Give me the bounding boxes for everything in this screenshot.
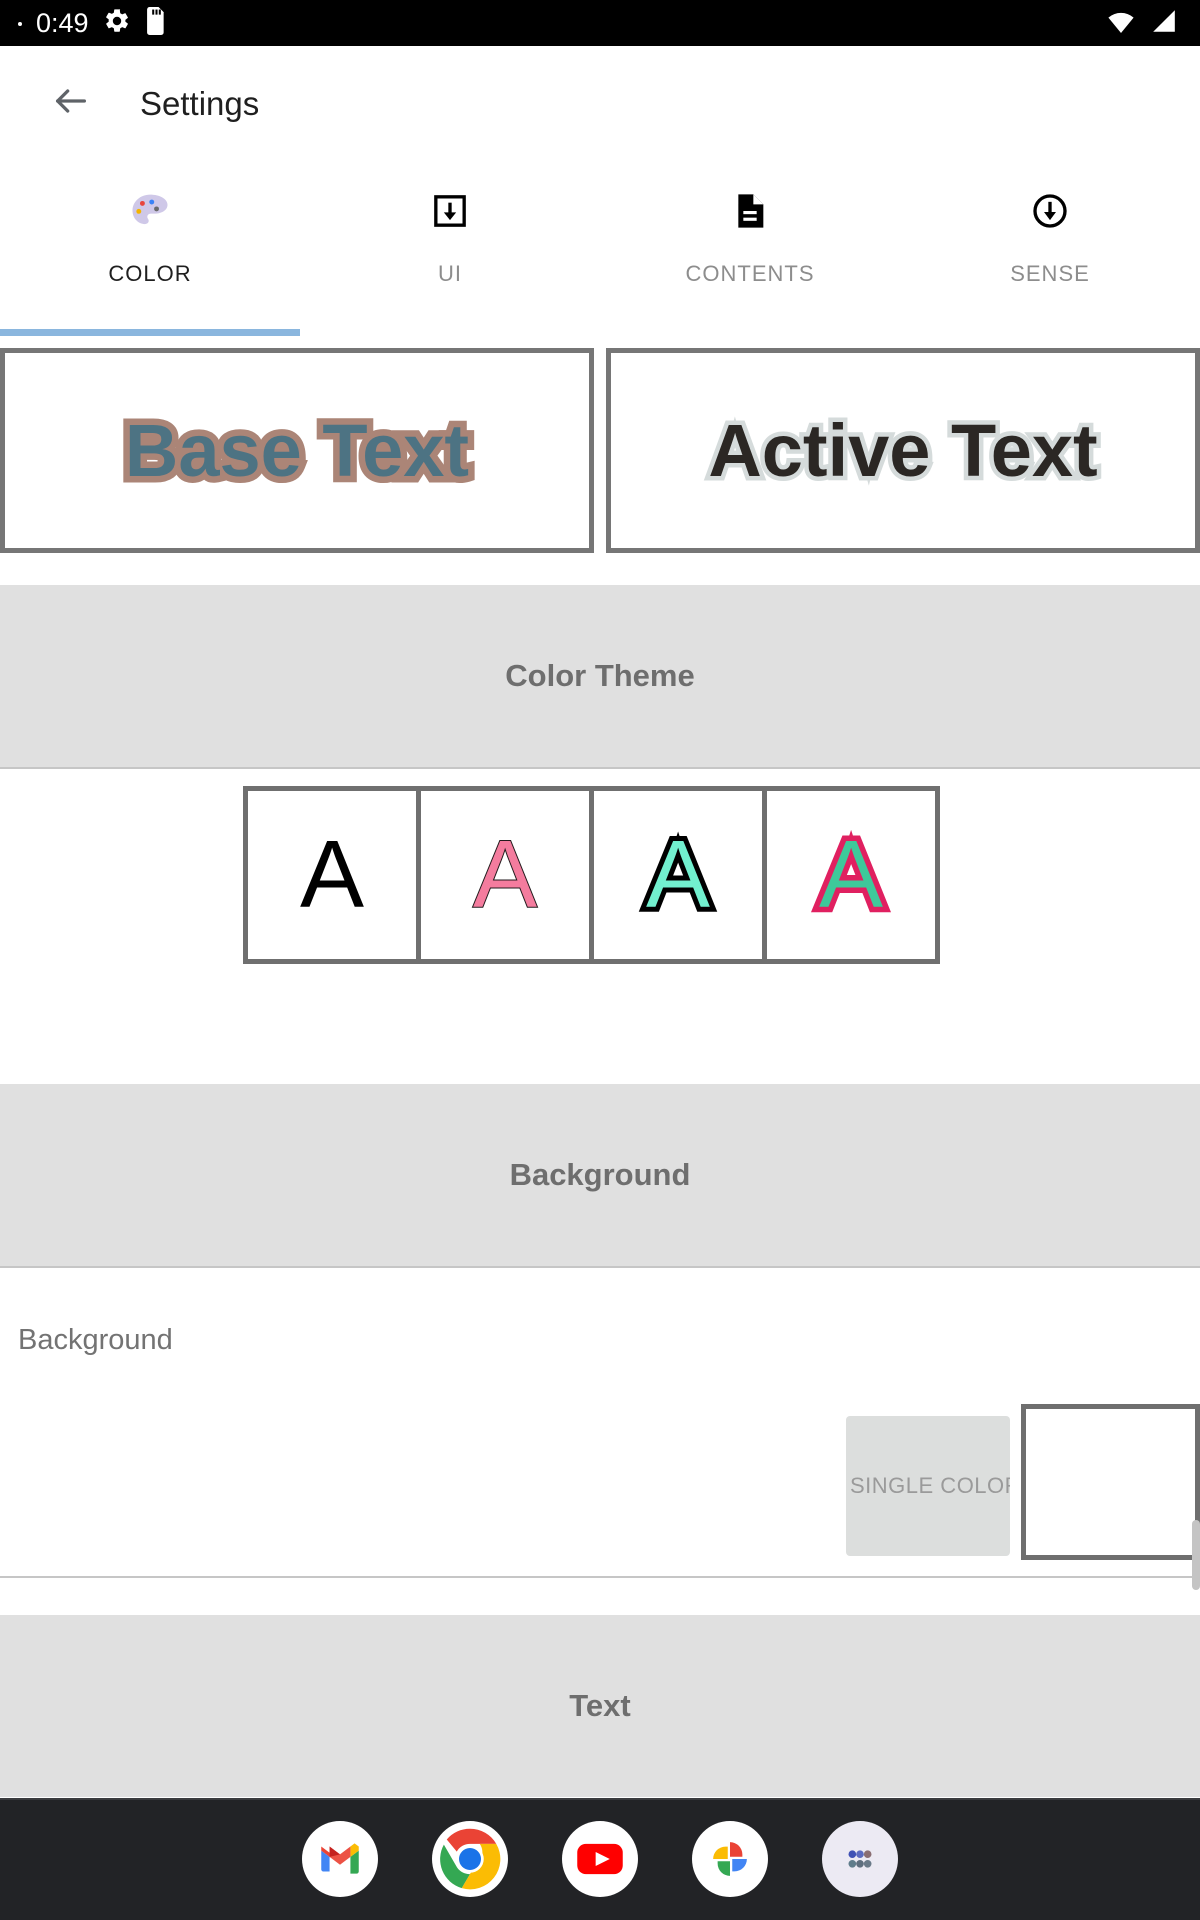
theme-swatch-letter: A	[299, 821, 365, 928]
sd-card-icon	[145, 6, 167, 40]
section-header-color-theme: Color Theme	[0, 585, 1200, 767]
base-text-sample: Base Text	[118, 403, 475, 499]
tab-sense[interactable]: SENSE	[900, 161, 1200, 336]
theme-swatch-3[interactable]: A	[594, 791, 762, 959]
tab-label-contents: CONTENTS	[685, 261, 815, 286]
android-settings-screen: 0:49 Settings COLOR UI CONTENTS SENSE Ba…	[0, 0, 1200, 1920]
tab-active-indicator	[0, 329, 300, 336]
dock-divider	[0, 1798, 1200, 1800]
color-theme-swatch-group: A A A A	[243, 786, 940, 964]
gmail-icon[interactable]	[302, 1821, 378, 1897]
dot-indicator-icon	[18, 21, 22, 26]
section-header-background: Background	[0, 1084, 1200, 1266]
status-bar-left: 0:49	[0, 6, 167, 40]
tab-contents[interactable]: CONTENTS	[600, 161, 900, 336]
wifi-icon	[1106, 9, 1136, 38]
section-header-text: Text	[0, 1615, 1200, 1797]
theme-swatch-letter: A	[813, 821, 888, 928]
android-gear-icon	[103, 7, 131, 40]
cell-signal-icon	[1150, 9, 1178, 38]
theme-swatch-4[interactable]: A	[767, 791, 935, 959]
background-pref-row[interactable]: Background SINGLE COLOR	[0, 1276, 1200, 1566]
app-drawer-icon[interactable]	[822, 1821, 898, 1897]
tab-bar: COLOR UI CONTENTS SENSE	[0, 161, 1200, 336]
status-bar-right	[1106, 9, 1200, 38]
theme-swatch-letter: A	[472, 821, 538, 928]
status-clock: 0:49	[36, 7, 89, 38]
text-preview-row: Base Text Active Text	[0, 348, 1200, 553]
section-title-text: Text	[569, 1688, 631, 1723]
chrome-icon[interactable]	[432, 1821, 508, 1897]
youtube-icon[interactable]	[562, 1821, 638, 1897]
divider-under-background-pref	[0, 1576, 1200, 1578]
circle-down-arrow-icon	[1030, 183, 1070, 239]
tab-label-sense: SENSE	[1010, 261, 1090, 286]
single-color-button[interactable]: SINGLE COLOR	[846, 1416, 1010, 1556]
document-icon	[730, 183, 770, 239]
theme-swatch-1[interactable]: A	[248, 791, 416, 959]
theme-swatch-2[interactable]: A	[421, 791, 589, 959]
active-text-preview[interactable]: Active Text	[606, 348, 1200, 553]
theme-swatch-letter: A	[641, 821, 715, 928]
back-button[interactable]	[42, 75, 100, 133]
home-dock	[0, 1798, 1200, 1920]
divider-under-color-theme	[0, 767, 1200, 769]
background-color-swatch[interactable]	[1021, 1404, 1200, 1560]
tab-ui[interactable]: UI	[300, 161, 600, 336]
tab-label-ui: UI	[438, 261, 462, 286]
page-scrollbar-thumb[interactable]	[1192, 1520, 1200, 1590]
active-text-sample: Active Text	[704, 405, 1102, 497]
single-color-button-label: SINGLE COLOR	[850, 1473, 1010, 1498]
section-title-background: Background	[509, 1157, 691, 1192]
section-title-color-theme: Color Theme	[505, 658, 695, 693]
status-bar: 0:49	[0, 0, 1200, 46]
base-text-preview[interactable]: Base Text	[0, 348, 594, 553]
back-arrow-icon	[51, 81, 91, 126]
divider-under-background	[0, 1266, 1200, 1268]
tab-label-color: COLOR	[108, 261, 192, 286]
google-photos-icon[interactable]	[692, 1821, 768, 1897]
background-pref-label: Background	[18, 1324, 173, 1356]
download-box-icon	[430, 183, 470, 239]
palette-icon	[129, 183, 171, 239]
page-title: Settings	[140, 84, 260, 122]
tab-color[interactable]: COLOR	[0, 161, 300, 336]
app-bar: Settings	[0, 46, 1200, 161]
